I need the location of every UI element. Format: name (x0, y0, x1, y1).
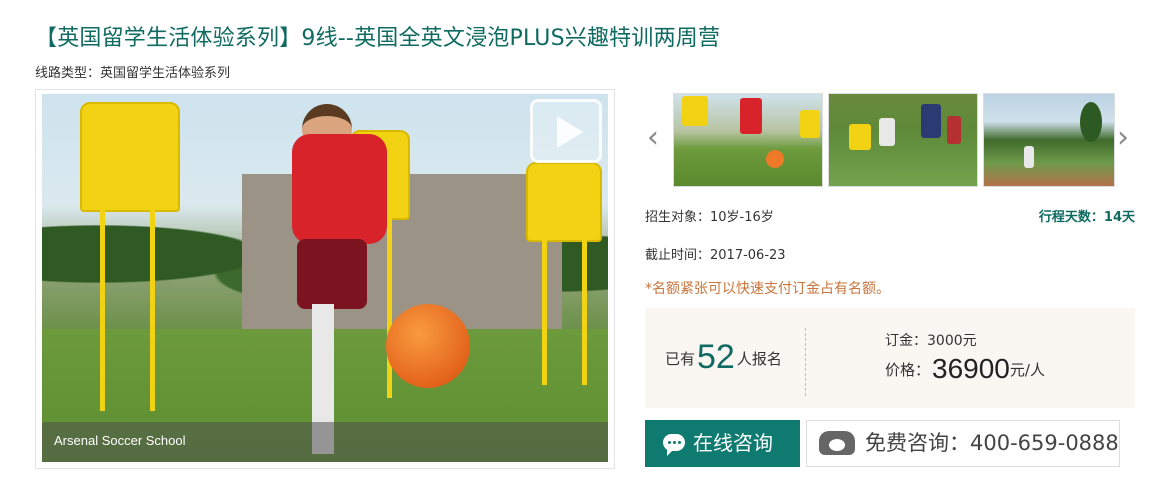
thumbnail-strip: ‹ › (645, 93, 1140, 188)
page-title: 【英国留学生活体验系列】9线--英国全英文浸泡PLUS兴趣特训两周营 (35, 26, 721, 51)
phone-number: 400-659-0888 (970, 431, 1119, 455)
signup-number: 52 (697, 338, 735, 376)
deadline-value: 2017-06-23 (710, 248, 786, 263)
price-label: 价格： (885, 361, 931, 379)
audience-label: 招生对象： (645, 210, 711, 225)
chevron-right-icon[interactable]: › (1117, 123, 1129, 153)
signup-prefix: 已有 (665, 350, 696, 368)
signup-suffix: 人报名 (736, 350, 782, 368)
price: 价格：36900元/人 (885, 353, 1045, 385)
deadline-label: 截止时间： (645, 248, 711, 263)
deadline-row: 截止时间：2017-06-23 (645, 244, 786, 263)
chat-icon (663, 434, 685, 456)
main-gallery-image[interactable]: Arsenal Soccer School (35, 89, 615, 469)
online-consult-button[interactable]: 在线咨询 (645, 420, 800, 467)
trip-days-label: 行程天数： (1038, 210, 1104, 225)
online-consult-label: 在线咨询 (693, 431, 773, 455)
deposit-label: 订金： (885, 333, 927, 349)
image-caption: Arsenal Soccer School (54, 433, 186, 448)
audience-row: 招生对象：10岁-16岁 (645, 206, 774, 225)
training-mannequin (80, 102, 180, 212)
player-figure (212, 104, 402, 462)
signup-count: 已有52 人报名 (665, 338, 782, 377)
thumbnail-1[interactable] (673, 93, 823, 187)
divider (805, 328, 806, 396)
route-type: 线路类型：英国留学生活体验系列 (35, 62, 230, 81)
audience-value: 10岁-16岁 (710, 210, 774, 225)
trip-days-value: 14天 (1103, 210, 1135, 225)
deposit-value: 3000元 (927, 333, 977, 349)
thumbnail-2[interactable] (828, 93, 978, 187)
main-photo[interactable]: Arsenal Soccer School (42, 94, 608, 462)
chevron-left-icon[interactable]: ‹ (647, 123, 659, 153)
deposit: 订金：3000元 (885, 330, 977, 350)
soccer-ball (386, 304, 470, 388)
quota-notice: *名额紧张可以快速支付订金占有名额。 (645, 281, 890, 297)
price-unit: 元/人 (1009, 361, 1045, 379)
price-panel: 已有52 人报名 订金：3000元 价格：36900元/人 (645, 308, 1135, 408)
phone-label: 免费咨询： (865, 431, 970, 455)
video-play-icon[interactable] (530, 99, 602, 163)
training-mannequin (526, 162, 602, 242)
trip-days: 行程天数：14天 (1039, 206, 1135, 225)
price-amount: 36900 (932, 353, 1010, 384)
free-consult-phone[interactable]: 免费咨询：400-659-0888 (806, 420, 1120, 467)
thumbnail-3[interactable] (983, 93, 1115, 187)
phone-icon (819, 431, 855, 455)
route-type-value: 英国留学生活体验系列 (100, 66, 231, 81)
route-type-label: 线路类型： (35, 66, 101, 81)
caption-bar: Arsenal Soccer School (42, 422, 608, 462)
